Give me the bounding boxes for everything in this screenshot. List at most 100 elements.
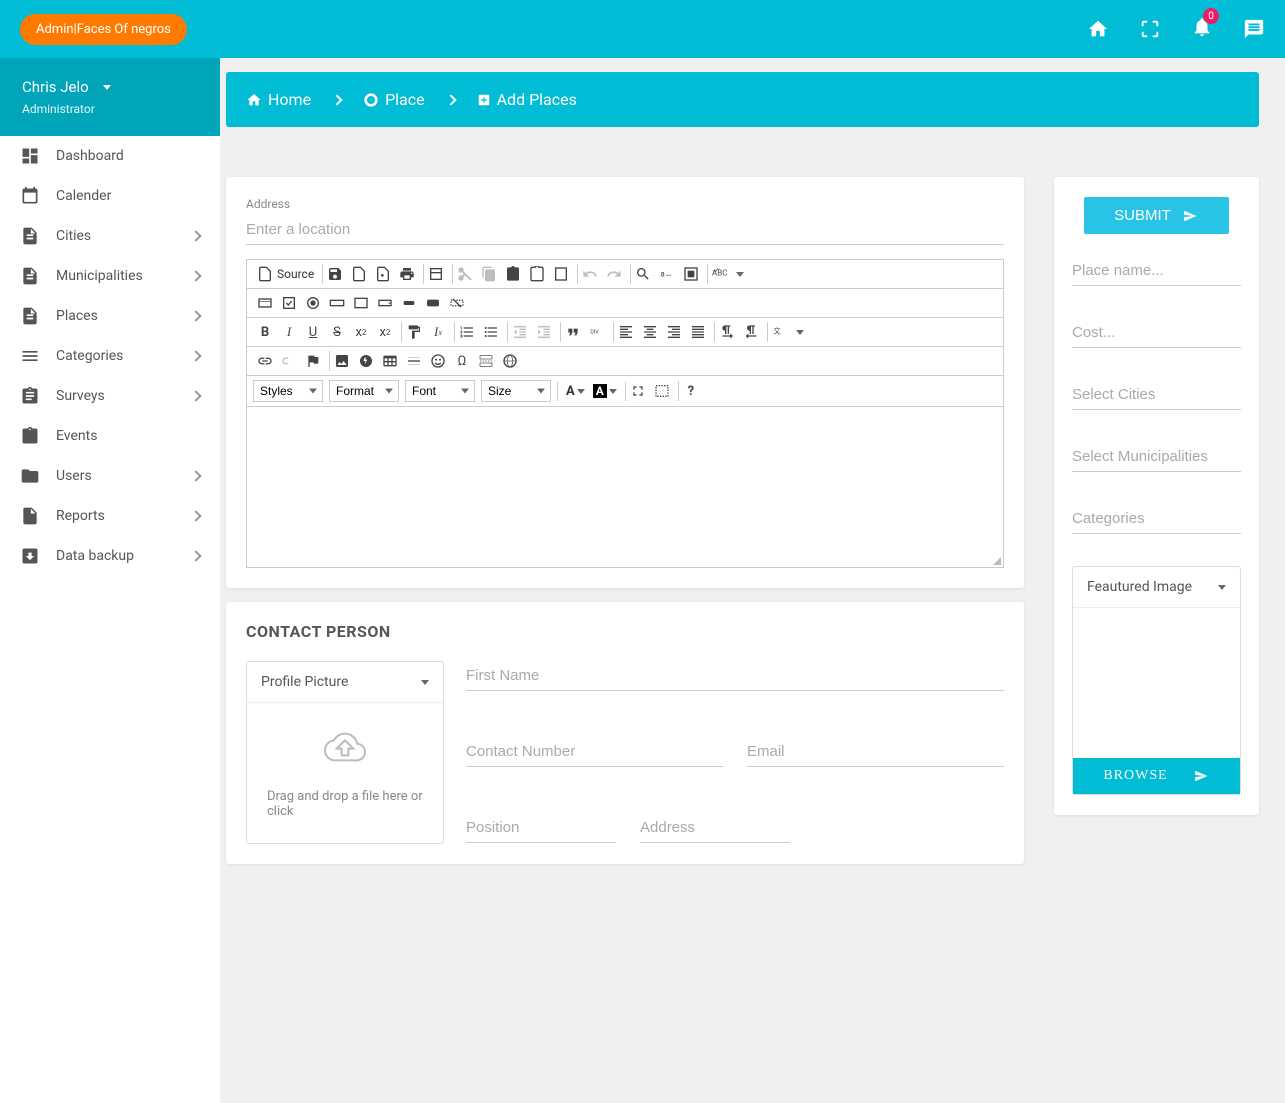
- home-icon[interactable]: [1087, 18, 1109, 40]
- flash-icon[interactable]: [358, 353, 374, 369]
- address-input[interactable]: [246, 215, 1004, 245]
- outdent-icon[interactable]: [512, 324, 528, 340]
- language-icon[interactable]: 文: [772, 324, 788, 340]
- redo-icon[interactable]: [606, 266, 622, 282]
- ltr-icon[interactable]: [719, 324, 735, 340]
- paste-icon[interactable]: [505, 266, 521, 282]
- select-cities-input[interactable]: [1072, 380, 1241, 410]
- select-all-icon[interactable]: [683, 266, 699, 282]
- table-icon[interactable]: [382, 353, 398, 369]
- contact-address-input[interactable]: [640, 813, 790, 843]
- italic-icon[interactable]: I: [281, 324, 297, 340]
- hr-icon[interactable]: [406, 353, 422, 369]
- bullet-list-icon[interactable]: [483, 324, 499, 340]
- notifications-button[interactable]: 0: [1191, 16, 1213, 42]
- chevron-down-icon[interactable]: [796, 330, 804, 335]
- select-municipalities-input[interactable]: [1072, 442, 1241, 472]
- brand-pill[interactable]: Admin|Faces Of negros: [20, 14, 187, 45]
- form-icon[interactable]: [257, 295, 273, 311]
- copy-icon[interactable]: [481, 266, 497, 282]
- hidden-field-icon[interactable]: [449, 295, 465, 311]
- show-blocks-icon[interactable]: [654, 383, 670, 399]
- new-page-icon[interactable]: [351, 266, 367, 282]
- nav-users[interactable]: Users: [0, 456, 220, 496]
- nav-calender[interactable]: Calender: [0, 176, 220, 216]
- email-input[interactable]: [747, 737, 1004, 767]
- nav-categories[interactable]: Categories: [0, 336, 220, 376]
- numbered-list-icon[interactable]: [459, 324, 475, 340]
- find-icon[interactable]: [635, 266, 651, 282]
- categories-input[interactable]: [1072, 504, 1241, 534]
- chevron-down-icon[interactable]: [736, 272, 744, 277]
- bg-color-button[interactable]: A: [593, 384, 617, 398]
- spellcheck-icon[interactable]: ABC: [712, 266, 728, 282]
- link-icon[interactable]: [257, 353, 273, 369]
- paste-text-icon[interactable]: [529, 266, 545, 282]
- preview-icon[interactable]: [375, 266, 391, 282]
- iframe-icon[interactable]: [502, 353, 518, 369]
- chat-icon[interactable]: [1243, 18, 1265, 40]
- breadcrumb-home[interactable]: Home: [246, 90, 311, 109]
- nav-municipalities[interactable]: Municipalities: [0, 256, 220, 296]
- align-left-icon[interactable]: [618, 324, 634, 340]
- paste-word-icon[interactable]: [553, 266, 569, 282]
- nav-cities[interactable]: Cities: [0, 216, 220, 256]
- print-icon[interactable]: [399, 266, 415, 282]
- align-right-icon[interactable]: [666, 324, 682, 340]
- nav-reports[interactable]: Reports: [0, 496, 220, 536]
- radio-icon[interactable]: [305, 295, 321, 311]
- font-select[interactable]: Font: [405, 380, 475, 402]
- templates-icon[interactable]: [428, 266, 444, 282]
- editor-resize-grip[interactable]: [993, 557, 1001, 565]
- profile-picture-header[interactable]: Profile Picture: [247, 662, 443, 703]
- textfield-icon[interactable]: [329, 295, 345, 311]
- imagebutton-icon[interactable]: [425, 295, 441, 311]
- checkbox-icon[interactable]: [281, 295, 297, 311]
- profile-block[interactable]: Chris Jelo Administrator: [0, 58, 220, 136]
- nav-databackup[interactable]: Data backup: [0, 536, 220, 576]
- maximize-icon[interactable]: [630, 383, 646, 399]
- replace-icon[interactable]: a↔: [659, 266, 675, 282]
- button-icon[interactable]: [401, 295, 417, 311]
- text-color-button[interactable]: A: [566, 384, 585, 399]
- cut-icon[interactable]: [457, 266, 473, 282]
- nav-events[interactable]: Events: [0, 416, 220, 456]
- subscript-icon[interactable]: x2: [353, 324, 369, 340]
- underline-icon[interactable]: U: [305, 324, 321, 340]
- nav-places[interactable]: Places: [0, 296, 220, 336]
- align-justify-icon[interactable]: [690, 324, 706, 340]
- align-center-icon[interactable]: [642, 324, 658, 340]
- image-icon[interactable]: [334, 353, 350, 369]
- cost-input[interactable]: [1072, 318, 1241, 348]
- place-name-input[interactable]: [1072, 256, 1241, 286]
- about-icon[interactable]: ?: [683, 383, 699, 399]
- undo-icon[interactable]: [582, 266, 598, 282]
- save-icon[interactable]: [327, 266, 343, 282]
- superscript-icon[interactable]: x2: [377, 324, 393, 340]
- unlink-icon[interactable]: [281, 353, 297, 369]
- position-input[interactable]: [466, 813, 616, 843]
- browse-button[interactable]: BROWSE: [1073, 758, 1240, 794]
- remove-format-icon[interactable]: Ix: [430, 324, 446, 340]
- format-select[interactable]: Format: [329, 380, 399, 402]
- copy-format-icon[interactable]: [406, 324, 422, 340]
- nav-dashboard[interactable]: Dashboard: [0, 136, 220, 176]
- styles-select[interactable]: Styles: [253, 380, 323, 402]
- featured-image-header[interactable]: Feautured Image: [1073, 567, 1240, 608]
- nav-surveys[interactable]: Surveys: [0, 376, 220, 416]
- smiley-icon[interactable]: [430, 353, 446, 369]
- textarea-icon[interactable]: [353, 295, 369, 311]
- anchor-icon[interactable]: [305, 353, 321, 369]
- fullscreen-icon[interactable]: [1139, 18, 1161, 40]
- strike-icon[interactable]: S: [329, 324, 345, 340]
- size-select[interactable]: Size: [481, 380, 551, 402]
- editor-source-button[interactable]: Source: [257, 266, 314, 282]
- blockquote-icon[interactable]: [565, 324, 581, 340]
- rtl-icon[interactable]: [743, 324, 759, 340]
- pagebreak-icon[interactable]: [478, 353, 494, 369]
- editor-body[interactable]: [247, 407, 1003, 567]
- breadcrumb-place[interactable]: Place: [363, 90, 425, 109]
- select-icon[interactable]: [377, 295, 393, 311]
- first-name-input[interactable]: [466, 661, 1004, 691]
- contact-number-input[interactable]: [466, 737, 723, 767]
